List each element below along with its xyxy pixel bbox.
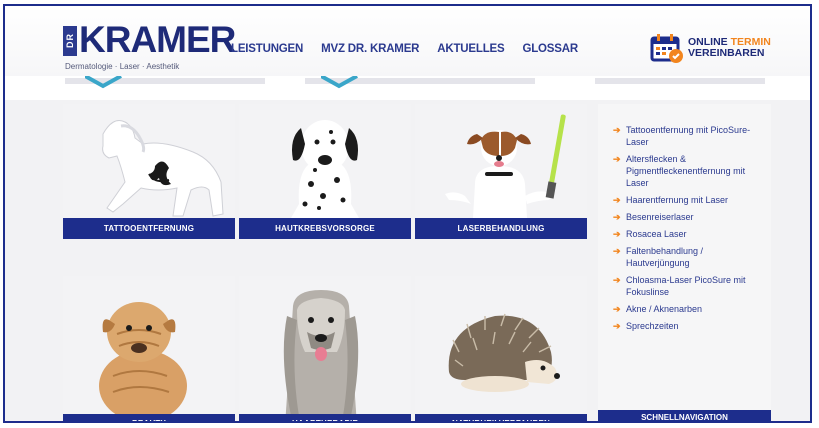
arrow-right-icon: ➔	[613, 212, 621, 222]
logo-dr-prefix: DR	[63, 26, 77, 56]
quick-navigation-panel: ➔ Tattooentfernung mit PicoSure-Laser ➔ Al…	[598, 104, 771, 421]
arrow-right-icon: ➔	[613, 125, 621, 135]
tile-haartherapie[interactable]: HAARTHERAPIE	[239, 276, 411, 421]
quick-nav-item[interactable]: ➔ Rosacea Laser	[613, 228, 762, 240]
ribbon-icon	[321, 76, 358, 89]
quick-nav-label: Besenreiserlaser	[626, 212, 694, 222]
logo-tagline: Dermatologie · Laser · Aesthetik	[65, 62, 180, 71]
tile-label[interactable]: HAUTKREBSVORSORGE	[239, 218, 411, 239]
quick-nav-item[interactable]: ➔ Chloasma-Laser PicoSure mit Fokuslinse	[613, 274, 762, 298]
main-nav: LEISTUNGEN MVZ DR. KRAMER AKTUELLES GLOS…	[231, 43, 596, 55]
tile-tattooentfernung[interactable]: TATTOOENTFERNUNG	[63, 104, 235, 239]
cta-line2: VEREINBAREN	[688, 47, 765, 59]
tile-hautkrebsvorsorge[interactable]: HAUTKREBSVORSORGE	[239, 104, 411, 239]
arrow-right-icon: ➔	[613, 321, 621, 331]
quick-nav-item[interactable]: ➔ Faltenbehandlung / Hautverjüngung	[613, 245, 762, 269]
arrow-right-icon: ➔	[613, 154, 621, 164]
calendar-icon	[650, 34, 683, 63]
logo-name: KRAMER	[79, 19, 236, 60]
tile-label[interactable]: LASERBEHANDLUNG	[415, 218, 587, 239]
browser-frame: DR KRAMER Dermatologie · Laser · Aesthet…	[3, 4, 812, 423]
nav-leistungen[interactable]: LEISTUNGEN	[231, 43, 303, 55]
tile-label[interactable]: BEAUTY	[63, 414, 235, 421]
hedgehog-image	[415, 276, 587, 421]
quick-nav-item[interactable]: ➔ Besenreiserlaser	[613, 211, 762, 223]
quick-nav-footer[interactable]: SCHNELLNAVIGATION	[598, 410, 771, 421]
tile-label[interactable]: NATURHEILVERFAHREN	[415, 414, 587, 421]
arrow-right-icon: ➔	[613, 304, 621, 314]
nav-glossar[interactable]: GLOSSAR	[522, 43, 578, 55]
tile-naturheilverfahren[interactable]: NATURHEILVERFAHREN	[415, 276, 587, 421]
quick-nav-label: Chloasma-Laser PicoSure mit Fokuslinse	[626, 275, 746, 297]
quick-nav-label: Tattooentfernung mit PicoSure-Laser	[626, 125, 751, 147]
quick-nav-label: Akne / Aknenarben	[626, 304, 703, 314]
quick-nav-label: Sprechzeiten	[626, 321, 679, 331]
quick-nav-list: ➔ Tattooentfernung mit PicoSure-Laser ➔ Al…	[598, 104, 771, 332]
arrow-right-icon: ➔	[613, 246, 621, 256]
quick-nav-label: Rosacea Laser	[626, 229, 687, 239]
arrow-right-icon: ➔	[613, 275, 621, 285]
nav-aktuelles[interactable]: AKTUELLES	[437, 43, 504, 55]
quick-nav-item[interactable]: ➔ Sprechzeiten	[613, 320, 762, 332]
quick-nav-item[interactable]: ➔ Haarentfernung mit Laser	[613, 194, 762, 206]
tile-laserbehandlung[interactable]: LASERBEHANDLUNG	[415, 104, 587, 239]
nav-mvz[interactable]: MVZ DR. KRAMER	[321, 43, 419, 55]
kramer-logo[interactable]: DR KRAMER Dermatologie · Laser · Aesthet…	[63, 20, 236, 80]
arrow-right-icon: ➔	[613, 195, 621, 205]
tile-beauty[interactable]: BEAUTY	[63, 276, 235, 421]
tile-label[interactable]: HAARTHERAPIE	[239, 414, 411, 421]
banner-edge	[595, 78, 765, 84]
quick-nav-label: Faltenbehandlung / Hautverjüngung	[626, 246, 704, 268]
shar-pei-image	[63, 276, 235, 421]
arrow-right-icon: ➔	[613, 229, 621, 239]
quick-nav-item[interactable]: ➔ Tattooentfernung mit PicoSure-Laser	[613, 124, 762, 148]
afghan-hound-image	[239, 276, 411, 421]
online-termin-button[interactable]: ONLINE TERMIN VEREINBAREN	[650, 30, 771, 70]
quick-nav-label: Altersflecken & Pigmentfleckenentfernung…	[626, 154, 746, 188]
ribbon-icon	[85, 76, 122, 89]
quick-nav-label: Haarentfernung mit Laser	[626, 195, 729, 205]
quick-nav-item[interactable]: ➔ Akne / Aknenarben	[613, 303, 762, 315]
banner-strip	[5, 76, 810, 100]
tile-label[interactable]: TATTOOENTFERNUNG	[63, 218, 235, 239]
quick-nav-item[interactable]: ➔ Altersflecken & Pigmentfleckenentfernun…	[613, 153, 762, 189]
cta-label: ONLINE TERMIN VEREINBAREN	[688, 37, 771, 59]
